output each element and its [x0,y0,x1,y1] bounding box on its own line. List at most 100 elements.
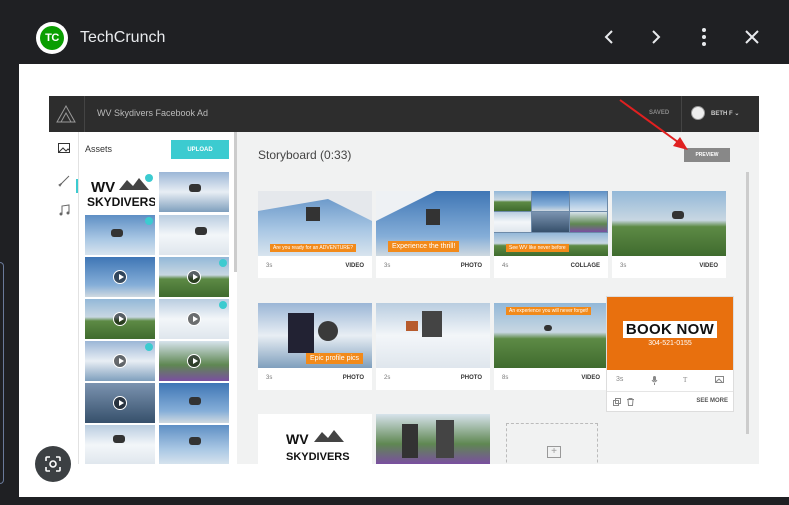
add-icon: + [547,446,561,458]
book-now-headline[interactable]: BOOK NOW [623,321,717,338]
microphone-icon[interactable] [651,376,658,387]
assets-scrollbar[interactable] [234,132,237,272]
trash-icon[interactable] [627,398,634,408]
play-icon[interactable] [113,270,127,284]
play-icon[interactable] [187,312,201,326]
storyboard-tile[interactable]: See WV like never before 4s COLLAGE [494,191,608,278]
tile-duration[interactable]: 4s [502,263,508,269]
storyboard-tile[interactable]: An experience you will never forget! 8s … [494,303,608,390]
site-logo[interactable]: TC [36,22,68,54]
assets-label: Assets [85,144,113,154]
svg-text:WV: WV [91,179,115,196]
tile-type: VIDEO [699,263,718,269]
side-panel-edge [0,262,4,484]
tile-type: PHOTO [460,263,482,269]
techcrunch-logo-icon: TC [40,26,64,50]
tile-type: VIDEO [581,375,600,381]
storyboard-tile[interactable]: Experience the thrill! 3s PHOTO [376,191,490,278]
tile-caption: Are you ready for an ADVENTURE? [270,244,357,252]
asset-video-thumbnail[interactable] [85,257,155,297]
asset-video-thumbnail[interactable] [85,383,155,423]
svg-text:WV: WV [286,431,309,447]
app-header: WV Skydivers Facebook Ad SAVED BETH F ⌄ [49,96,759,132]
storyboard-tile[interactable]: WV SKYDIVERS [258,414,372,464]
add-tile-button[interactable]: + [506,423,598,464]
tile-duration[interactable]: 3s [266,375,272,381]
asset-thumbnail[interactable] [159,172,229,212]
back-icon[interactable] [596,24,622,50]
asset-video-thumbnail[interactable] [85,341,155,381]
storyboard-tile[interactable]: Epic profile pics 3s PHOTO [258,303,372,390]
tile-caption: See WV like never before [506,244,569,252]
svg-text:SKYDIVERS: SKYDIVERS [286,451,350,463]
tile-duration[interactable]: 2s [384,375,390,381]
tile-duration[interactable]: 3s [384,263,390,269]
more-icon[interactable] [691,24,717,50]
tile-type: COLLAGE [570,263,600,269]
asset-thumbnail[interactable] [159,215,229,255]
play-icon[interactable] [113,312,127,326]
close-icon[interactable] [739,24,765,50]
user-menu[interactable]: BETH F ⌄ [711,110,739,117]
app-logo-icon [56,104,76,123]
play-icon[interactable] [187,354,201,368]
header-divider [681,96,682,132]
duplicate-icon[interactable] [613,398,621,408]
tile-duration[interactable]: 3s [266,263,272,269]
brush-icon[interactable] [57,175,71,189]
header-divider [84,96,85,132]
card-actions: SEE MORE [607,392,733,411]
image-icon[interactable] [57,143,71,157]
sidebar-icons [49,132,79,464]
tile-image: Experience the thrill! [376,191,490,256]
book-now-tile[interactable]: BOOK NOW 304-521-0155 3s T SEE MORE [607,297,733,411]
tile-duration[interactable]: 3s [620,263,626,269]
storyboard-scrollbar[interactable] [746,172,749,434]
svg-text:SKYDIVERS: SKYDIVERS [87,195,155,209]
tile-type: PHOTO [342,375,364,381]
asset-video-thumbnail[interactable] [159,257,229,297]
play-icon[interactable] [113,396,127,410]
asset-thumbnail[interactable] [85,215,155,255]
storyboard-tile[interactable] [376,414,490,464]
tile-image [376,303,490,368]
asset-video-thumbnail[interactable] [85,299,155,339]
assets-panel: Assets UPLOAD WV SKYDIVERS [79,132,237,464]
site-name[interactable]: TechCrunch [80,29,165,47]
saved-status: SAVED [649,110,670,116]
camera-search-icon [45,456,61,472]
chevron-down-icon: ⌄ [734,111,740,117]
selected-check-icon [145,343,153,351]
play-icon[interactable] [187,270,201,284]
storyboard-tile[interactable]: Are you ready for an ADVENTURE? 3s VIDEO [258,191,372,278]
tile-image [376,414,490,464]
storyboard-tile[interactable]: 2s PHOTO [376,303,490,390]
asset-thumbnail[interactable] [85,425,155,464]
card-toolbar: 3s T [607,370,733,392]
wv-skydivers-logo-icon: WV SKYDIVERS [286,430,350,463]
project-title[interactable]: WV Skydivers Facebook Ad [97,108,208,118]
play-icon[interactable] [113,354,127,368]
tile-image [612,191,726,256]
preview-button[interactable]: PREVIEW [684,148,730,162]
asset-thumbnail[interactable] [159,383,229,423]
asset-logo-thumbnail[interactable]: WV SKYDIVERS [85,172,155,212]
tile-duration[interactable]: 3s [616,376,623,383]
tile-image: An experience you will never forget! [494,303,608,368]
upload-button[interactable]: UPLOAD [171,140,229,159]
text-icon[interactable]: T [683,376,687,384]
asset-thumbnail[interactable] [159,425,229,464]
tile-duration[interactable]: 8s [502,375,508,381]
avatar[interactable] [691,106,705,120]
tile-caption: Epic profile pics [306,353,364,364]
asset-video-thumbnail[interactable] [159,299,229,339]
music-icon[interactable] [57,204,71,218]
image-icon[interactable] [715,376,724,385]
google-lens-button[interactable] [35,446,71,482]
forward-icon[interactable] [643,24,669,50]
storyboard-tile[interactable]: 3s VIDEO [612,191,726,278]
see-more-link[interactable]: SEE MORE [696,398,728,404]
selected-check-icon [219,301,227,309]
phone-number[interactable]: 304-521-0155 [607,340,733,347]
asset-video-thumbnail[interactable] [159,341,229,381]
